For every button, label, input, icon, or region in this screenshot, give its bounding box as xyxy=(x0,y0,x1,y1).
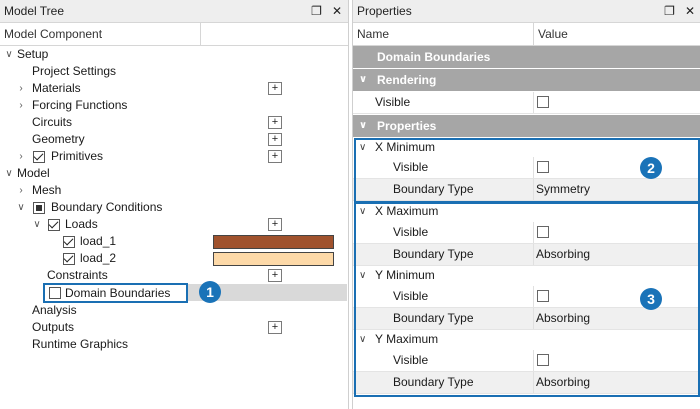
tree-node-constraints[interactable]: Constraints + xyxy=(0,267,348,284)
properties-panel: Properties ❐ ✕ Name Value Domain Boundar… xyxy=(352,0,700,409)
rendering-visible-checkbox[interactable] xyxy=(537,96,549,108)
column-name[interactable]: Name xyxy=(357,23,389,45)
tree-node-loads[interactable]: ∨ Loads + xyxy=(0,216,348,233)
section-properties[interactable]: ∨ Properties xyxy=(353,115,700,137)
add-geometry-button[interactable]: + xyxy=(268,133,282,146)
tree-node-analysis[interactable]: Analysis xyxy=(0,302,348,319)
model-tree-title: Model Tree xyxy=(4,4,65,18)
tree-node-mesh[interactable]: › Mesh xyxy=(0,182,348,199)
callout-3-badge: 3 xyxy=(640,288,662,310)
model-tree-panel: Model Tree ❐ ✕ Model Component ∨ Setup P… xyxy=(0,0,349,409)
callout-1-badge: 1 xyxy=(199,281,221,303)
chevron-down-icon[interactable]: ∨ xyxy=(3,168,15,180)
pin-icon[interactable]: ❐ xyxy=(311,0,322,22)
tree-node-load-2[interactable]: load_2 xyxy=(0,250,348,267)
tree-node-geometry[interactable]: Geometry + xyxy=(0,131,348,148)
tree-node-runtime-graphics[interactable]: Runtime Graphics xyxy=(0,336,348,353)
chevron-right-icon[interactable]: › xyxy=(15,185,27,197)
property-rendering-visible: Visible xyxy=(353,92,700,114)
chevron-down-icon[interactable]: ∨ xyxy=(31,219,43,231)
properties-title: Properties xyxy=(357,4,412,18)
tree-node-load-1[interactable]: load_1 xyxy=(0,233,348,250)
load-2-checkbox[interactable] xyxy=(63,253,75,265)
tree-node-project-settings[interactable]: Project Settings xyxy=(0,63,348,80)
load-1-checkbox[interactable] xyxy=(63,236,75,248)
tree-node-forcing-functions[interactable]: › Forcing Functions xyxy=(0,97,348,114)
tree-node-setup[interactable]: ∨ Setup xyxy=(0,46,348,63)
add-load-button[interactable]: + xyxy=(268,218,282,231)
tree-node-outputs[interactable]: Outputs + xyxy=(0,319,348,336)
domain-boundaries-checkbox[interactable] xyxy=(49,287,61,299)
chevron-down-icon[interactable]: ∨ xyxy=(15,202,27,214)
tree-node-materials[interactable]: › Materials + xyxy=(0,80,348,97)
chevron-down-icon[interactable]: ∨ xyxy=(359,115,367,137)
add-constraint-button[interactable]: + xyxy=(268,269,282,282)
column-value[interactable]: Value xyxy=(533,23,698,45)
add-circuit-button[interactable]: + xyxy=(268,116,282,129)
model-tree-column-header[interactable]: Model Component xyxy=(0,23,348,46)
add-output-button[interactable]: + xyxy=(268,321,282,334)
tree-node-boundary-conditions[interactable]: ∨ Boundary Conditions xyxy=(0,199,348,216)
close-icon[interactable]: ✕ xyxy=(685,0,695,22)
properties-column-header: Name Value xyxy=(353,23,700,46)
chevron-down-icon[interactable]: ∨ xyxy=(359,69,367,91)
load-1-color-swatch[interactable] xyxy=(213,235,334,249)
boundary-conditions-checkbox[interactable] xyxy=(33,202,45,214)
chevron-right-icon[interactable]: › xyxy=(15,83,27,95)
properties-header-title: Domain Boundaries xyxy=(353,46,700,68)
section-rendering[interactable]: ∨ Rendering xyxy=(353,69,700,91)
chevron-right-icon[interactable]: › xyxy=(15,100,27,112)
tree-node-model[interactable]: ∨ Model xyxy=(0,165,348,182)
close-icon[interactable]: ✕ xyxy=(332,0,342,22)
primitives-checkbox[interactable] xyxy=(33,151,45,163)
add-material-button[interactable]: + xyxy=(268,82,282,95)
tree-node-domain-boundaries[interactable]: Domain Boundaries xyxy=(43,283,188,303)
loads-checkbox[interactable] xyxy=(48,219,60,231)
chevron-right-icon[interactable]: › xyxy=(15,151,27,163)
chevron-down-icon[interactable]: ∨ xyxy=(3,49,15,61)
properties-titlebar: Properties ❐ ✕ xyxy=(353,0,700,23)
pin-icon[interactable]: ❐ xyxy=(664,0,675,22)
column-model-component[interactable]: Model Component xyxy=(0,23,201,45)
tree-node-primitives[interactable]: › Primitives + xyxy=(0,148,348,165)
callout-2-badge: 2 xyxy=(640,157,662,179)
load-2-color-swatch[interactable] xyxy=(213,252,334,266)
add-primitive-button[interactable]: + xyxy=(268,150,282,163)
model-tree-titlebar: Model Tree ❐ ✕ xyxy=(0,0,348,23)
tree-node-circuits[interactable]: Circuits + xyxy=(0,114,348,131)
